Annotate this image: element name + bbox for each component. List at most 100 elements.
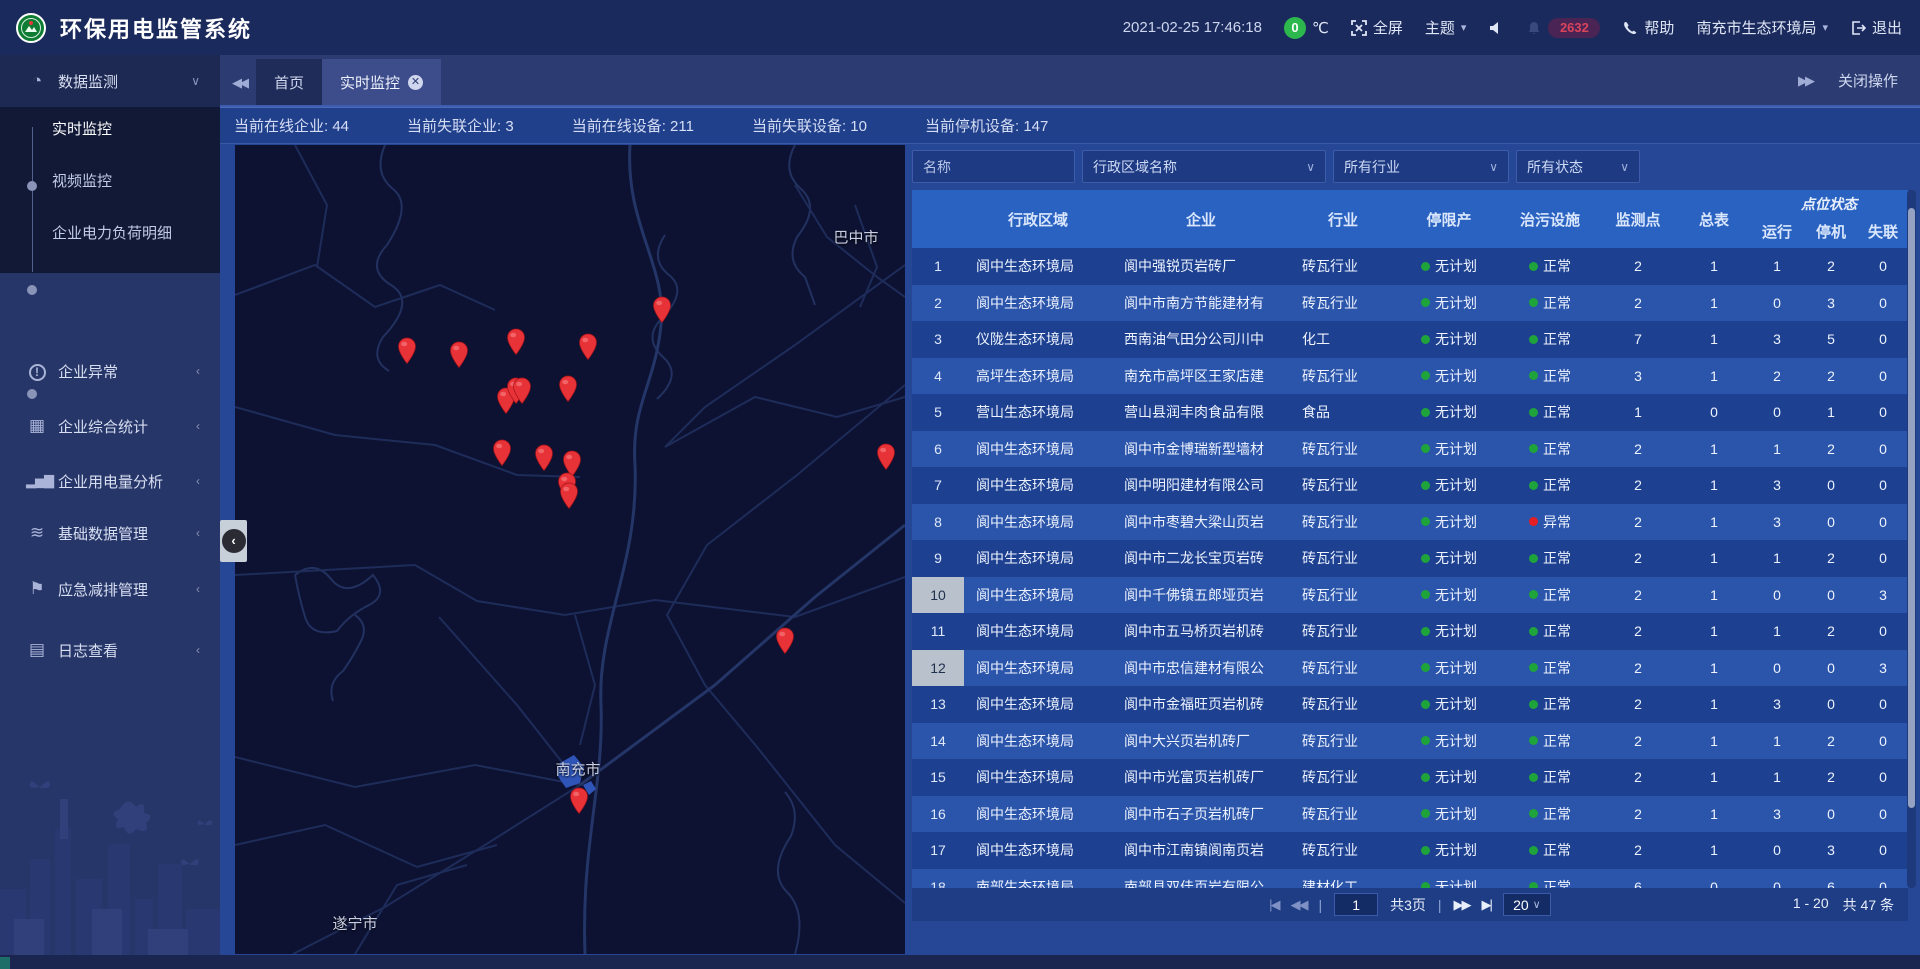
map-pin-icon[interactable] — [449, 341, 469, 369]
table-scrollbar[interactable] — [1907, 190, 1916, 888]
sidebar-item-data-monitoring[interactable]: ◔ 数据监测 ∨ — [0, 55, 220, 107]
tab-realtime-monitor[interactable]: 实时监控✕ — [322, 59, 441, 105]
map-pin-icon[interactable] — [569, 787, 589, 815]
last-page-button[interactable]: ▶| — [1482, 897, 1491, 913]
map-pin-icon[interactable] — [775, 627, 795, 655]
cell-halt: 1 — [1804, 394, 1858, 431]
name-search-input[interactable]: 名称 — [912, 150, 1075, 183]
map-pin-icon[interactable] — [397, 337, 417, 365]
theme-dropdown[interactable]: 主题 ▾ — [1425, 17, 1467, 38]
table-row[interactable]: 5营山生态环境局营山县润丰肉食品有限食品无计划正常10010 — [912, 394, 1908, 431]
cell-region: 阆中生态环境局 — [964, 686, 1112, 723]
chevron-down-icon: ∨ — [1620, 160, 1629, 174]
industry-select[interactable]: 所有行业 ∨ — [1333, 150, 1509, 183]
table-row[interactable]: 8阆中生态环境局阆中市枣碧大梁山页岩砖瓦行业无计划异常21300 — [912, 504, 1908, 541]
sidebar-subitem-2[interactable]: 视频监控 — [0, 165, 220, 195]
status-dot-green-icon — [1529, 663, 1538, 672]
sidebar-item-6[interactable]: ▤日志查看‹ — [0, 630, 220, 670]
cell-run: 0 — [1750, 650, 1804, 687]
cell-region: 阆中生态环境局 — [964, 540, 1112, 577]
map-pin-icon[interactable] — [506, 328, 526, 356]
map-pin-icon[interactable] — [652, 296, 672, 324]
page-number-input[interactable]: 1 — [1334, 893, 1378, 916]
map-pin-icon[interactable] — [559, 482, 579, 510]
status-dot-green-icon — [1421, 262, 1430, 271]
table-row[interactable]: 6阆中生态环境局阆中市金博瑞新型墙材砖瓦行业无计划正常21120 — [912, 431, 1908, 468]
stat-2: 当前失联企业: 3 — [407, 115, 514, 136]
fullscreen-button[interactable]: 全屏 — [1351, 17, 1403, 38]
table-row[interactable]: 14阆中生态环境局阆中大兴页岩机砖厂砖瓦行业无计划正常21120 — [912, 723, 1908, 760]
table-row[interactable]: 16阆中生态环境局阆中市石子页岩机砖厂砖瓦行业无计划正常21300 — [912, 796, 1908, 833]
help-button[interactable]: 帮助 — [1622, 17, 1674, 38]
tab-home[interactable]: 首页 — [256, 59, 322, 105]
cell-facility: 正常 — [1502, 686, 1598, 723]
cell-facility: 正常 — [1502, 723, 1598, 760]
table-row[interactable]: 12阆中生态环境局阆中市忠信建材有限公砖瓦行业无计划正常21003 — [912, 650, 1908, 687]
table-row[interactable]: 11阆中生态环境局阆中市五马桥页岩机砖砖瓦行业无计划正常21120 — [912, 613, 1908, 650]
map-panel[interactable]: 巴中市南充市遂宁市 — [235, 145, 905, 954]
table-row[interactable]: 18南部生态环境局南部县双佳页岩有限公建材化工无计划正常60060 — [912, 869, 1908, 889]
cell-lost: 0 — [1858, 285, 1908, 322]
table-row[interactable]: 15阆中生态环境局阆中市光富页岩机砖厂砖瓦行业无计划正常21120 — [912, 759, 1908, 796]
sidebar-subitem-3[interactable]: 企业电力负荷明细 — [0, 217, 220, 247]
cell-stop-limit: 无计划 — [1396, 285, 1502, 322]
sidebar-item-label: 日志查看 — [58, 640, 118, 661]
sidebar-subitem-1[interactable]: 实时监控 — [0, 113, 220, 143]
total-pages-label: 共3页 — [1390, 895, 1426, 915]
sidebar-item-3[interactable]: ▂▅▇企业用电量分析‹ — [0, 461, 220, 501]
cell-stop-limit: 无计划 — [1396, 869, 1502, 889]
sidebar-item-2[interactable]: ▦企业综合统计‹ — [0, 406, 220, 446]
cell-region: 阆中生态环境局 — [964, 759, 1112, 796]
tabs-scroll-left-icon[interactable]: ◀◀ — [232, 75, 246, 91]
table-row[interactable]: 4高坪生态环境局南充市高坪区王家店建砖瓦行业无计划正常31220 — [912, 358, 1908, 395]
cell-stop-limit: 无计划 — [1396, 394, 1502, 431]
status-summary-bar: 当前在线企业: 44当前失联企业: 3当前在线设备: 211当前失联设备: 10… — [220, 107, 1920, 144]
notification-area[interactable]: 2632 — [1526, 18, 1600, 38]
app-logo-icon — [16, 13, 46, 43]
region-select[interactable]: 行政区域名称 ∨ — [1082, 150, 1326, 183]
sidebar-item-5[interactable]: ⚑应急减排管理‹ — [0, 569, 220, 609]
table-row[interactable]: 3仪陇生态环境局西南油气田分公司川中化工无计划正常71350 — [912, 321, 1908, 358]
map-pin-icon[interactable] — [492, 439, 512, 467]
map-pin-icon[interactable] — [512, 377, 532, 405]
tabs-scroll-right-icon[interactable]: ▶▶ — [1798, 73, 1812, 89]
first-page-button[interactable]: |◀ — [1269, 897, 1278, 913]
table-row[interactable]: 1阆中生态环境局阆中强锐页岩砖厂砖瓦行业无计划正常21120 — [912, 248, 1908, 285]
table-row[interactable]: 2阆中生态环境局阆中市南方节能建材有砖瓦行业无计划正常21030 — [912, 285, 1908, 322]
cell-meters: 1 — [1678, 285, 1750, 322]
page-size-select[interactable]: 20 ∨ — [1503, 893, 1551, 916]
scrollbar-thumb[interactable] — [1908, 208, 1915, 808]
map-collapse-toggle[interactable]: ‹ — [220, 520, 247, 562]
cell-lost: 0 — [1858, 686, 1908, 723]
cell-industry: 砖瓦行业 — [1290, 540, 1396, 577]
sidebar-item-4[interactable]: ≋基础数据管理‹ — [0, 513, 220, 553]
sidebar-skyline-decoration — [0, 769, 220, 969]
sidebar-item-1[interactable]: !企业异常‹ — [0, 351, 220, 391]
map-pin-icon[interactable] — [876, 443, 896, 471]
map-pin-icon[interactable] — [534, 444, 554, 472]
bell-icon — [1526, 20, 1542, 36]
close-icon[interactable]: ✕ — [408, 75, 423, 90]
logout-button[interactable]: 退出 — [1850, 17, 1902, 38]
map-pin-icon[interactable] — [578, 333, 598, 361]
status-select[interactable]: 所有状态 ∨ — [1516, 150, 1640, 183]
table-row[interactable]: 9阆中生态环境局阆中市二龙长宝页岩砖砖瓦行业无计划正常21120 — [912, 540, 1908, 577]
cell-region: 阆中生态环境局 — [964, 650, 1112, 687]
close-operations-button[interactable]: 关闭操作 — [1838, 70, 1898, 91]
table-row[interactable]: 7阆中生态环境局阆中明阳建材有限公司砖瓦行业无计划正常21300 — [912, 467, 1908, 504]
table-row[interactable]: 17阆中生态环境局阆中市江南镇阆南页岩砖瓦行业无计划正常21030 — [912, 832, 1908, 869]
user-dropdown[interactable]: 南充市生态环境局 ▾ — [1696, 17, 1828, 38]
next-page-button[interactable]: ▶▶ — [1454, 897, 1470, 913]
prev-page-button[interactable]: ◀◀ — [1290, 897, 1306, 913]
speaker-icon[interactable] — [1488, 20, 1504, 36]
cell-enterprise: 阆中市忠信建材有限公 — [1112, 650, 1290, 687]
status-dot-green-icon — [1529, 627, 1538, 636]
cell-run: 1 — [1750, 248, 1804, 285]
col-meters: 总表 — [1678, 190, 1750, 248]
table-row[interactable]: 10阆中生态环境局阆中千佛镇五郎垭页岩砖瓦行业无计划正常21003 — [912, 577, 1908, 614]
map-pin-icon[interactable] — [558, 375, 578, 403]
cell-run: 3 — [1750, 504, 1804, 541]
table-row[interactable]: 13阆中生态环境局阆中市金福旺页岩机砖砖瓦行业无计划正常21300 — [912, 686, 1908, 723]
row-index: 9 — [912, 540, 964, 577]
cell-region: 阆中生态环境局 — [964, 613, 1112, 650]
